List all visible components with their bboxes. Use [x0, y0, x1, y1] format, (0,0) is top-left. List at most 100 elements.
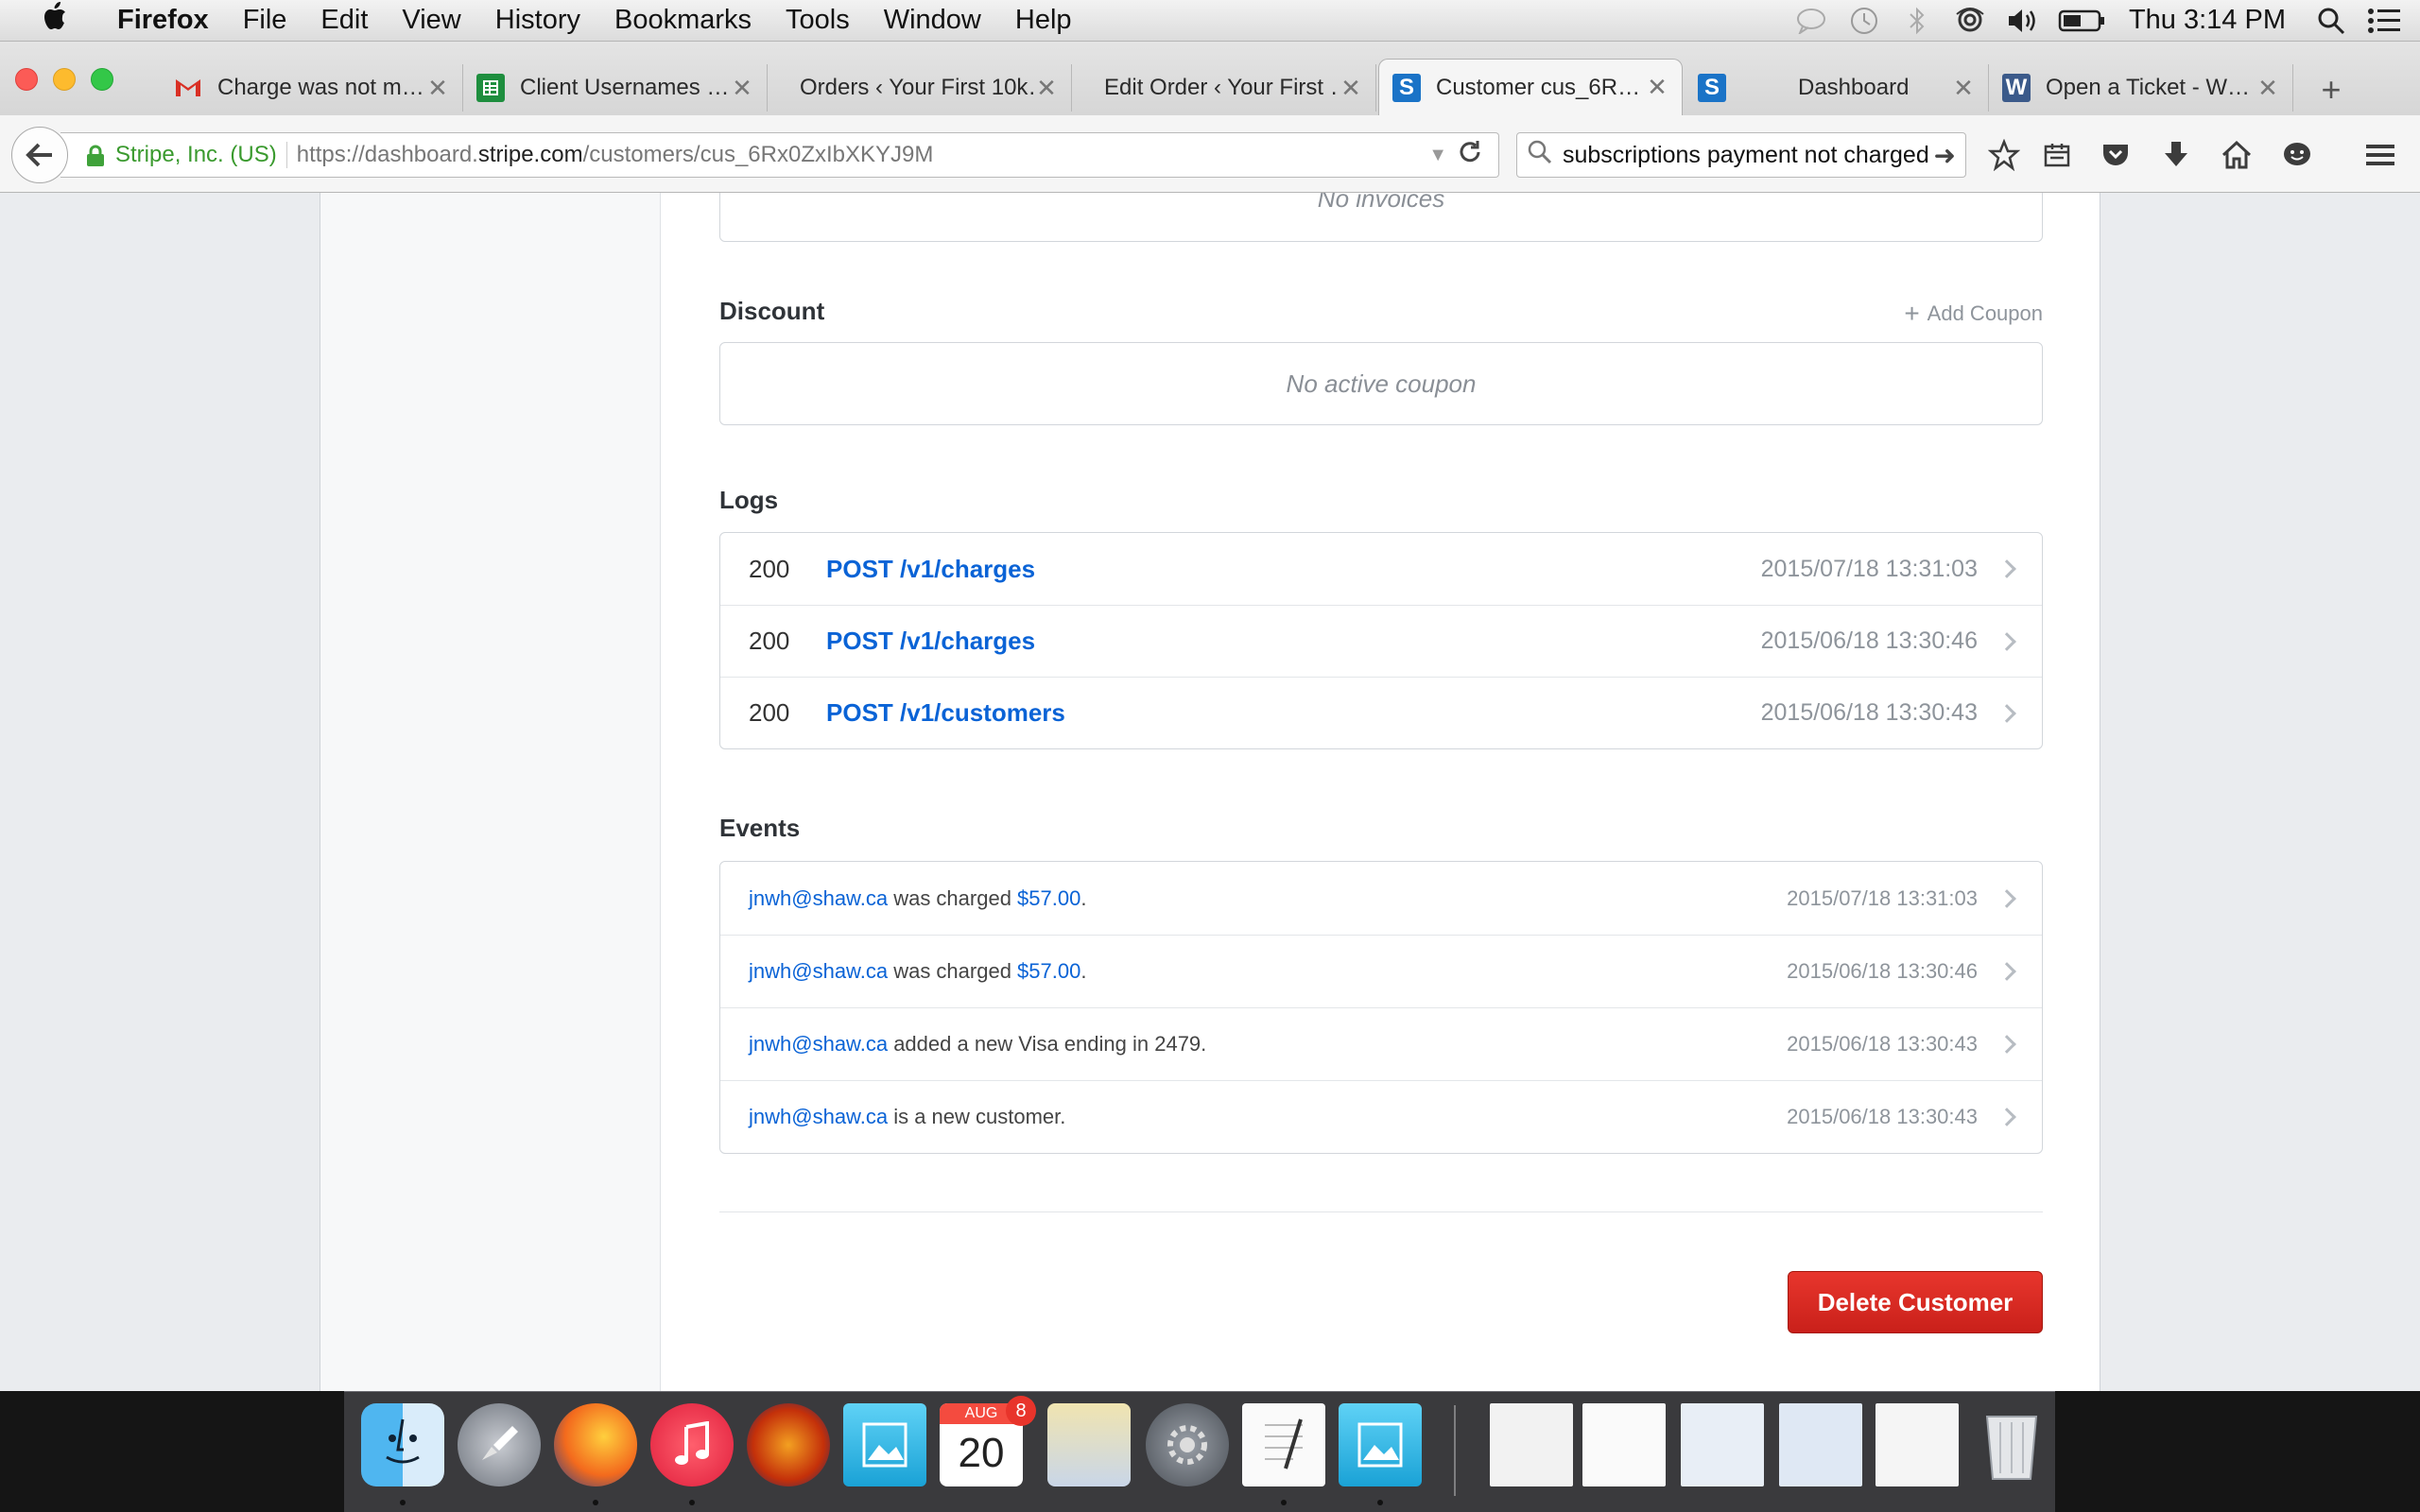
customer-email-link[interactable]: jnwh@shaw.ca [749, 959, 888, 983]
event-row[interactable]: jnwh@shaw.ca was charged $57.00. 2015/06… [720, 935, 2042, 1007]
section-divider [719, 1211, 2043, 1212]
tab-client-usernames[interactable]: Client Usernames … ✕ [463, 64, 768, 112]
pocket-icon[interactable] [2095, 134, 2136, 176]
tab-open-ticket[interactable]: W Open a Ticket - W… ✕ [1989, 64, 2293, 112]
battery-icon[interactable] [2049, 0, 2116, 42]
hello-icon[interactable] [2276, 134, 2318, 176]
document-thumbnail-2[interactable] [1582, 1403, 1666, 1486]
tab-title: Charge was not m… [217, 75, 424, 100]
tab-close-icon[interactable]: ✕ [1952, 74, 1975, 103]
tab-close-icon[interactable]: ✕ [426, 74, 449, 103]
document-thumbnail-4[interactable] [1779, 1403, 1862, 1486]
menubar-clock[interactable]: Thu 3:14 PM [2116, 5, 2305, 36]
bluetooth-icon[interactable] [1891, 0, 1944, 42]
firefox-icon[interactable] [554, 1403, 637, 1486]
event-description: jnwh@shaw.ca is a new customer. [749, 1105, 1066, 1128]
document-thumbnail-5[interactable] [1876, 1403, 1959, 1486]
add-coupon-link[interactable]: + Add Coupon [1904, 299, 2043, 329]
audacity-icon[interactable] [747, 1403, 830, 1486]
tab-close-icon[interactable]: ✕ [731, 74, 753, 103]
tab-close-icon[interactable]: ✕ [2256, 74, 2279, 103]
new-tab-button[interactable]: + [2310, 70, 2352, 110]
charge-amount-link[interactable]: $57.00 [1017, 886, 1080, 910]
bookmarks-menu-icon[interactable] [2036, 134, 2078, 176]
chevron-right-icon [1997, 559, 2016, 578]
volume-icon[interactable] [1996, 0, 2049, 42]
back-button[interactable] [11, 127, 68, 183]
document-thumbnail-3[interactable] [1681, 1403, 1764, 1486]
event-description: jnwh@shaw.ca was charged $57.00. [749, 885, 1087, 910]
menu-edit[interactable]: Edit [303, 5, 385, 36]
menu-app-firefox[interactable]: Firefox [100, 5, 226, 36]
url-text[interactable]: https://dashboard.stripe.com/customers/c… [297, 142, 934, 168]
event-row[interactable]: jnwh@shaw.ca is a new customer. 2015/06/… [720, 1080, 2042, 1153]
tab-close-icon[interactable]: ✕ [1035, 74, 1058, 103]
event-row[interactable]: jnwh@shaw.ca added a new Visa ending in … [720, 1007, 2042, 1080]
log-row[interactable]: 200 POST /v1/charges 2015/07/18 13:31:03 [720, 533, 2042, 605]
window-zoom-button[interactable] [91, 68, 113, 91]
messages-icon[interactable] [1785, 0, 1838, 42]
menu-file[interactable]: File [226, 5, 304, 36]
tab-edit-order[interactable]: Edit Order ‹ Your First … ✕ [1072, 64, 1376, 112]
hamburger-menu-icon[interactable] [2360, 134, 2401, 176]
bookmark-star-icon[interactable] [1983, 134, 2025, 176]
time-machine-icon[interactable] [1838, 0, 1891, 42]
window-close-button[interactable] [15, 68, 38, 91]
window-minimize-button[interactable] [53, 68, 76, 91]
event-timestamp: 2015/06/18 13:30:46 [1787, 959, 1978, 983]
downloads-icon[interactable] [2155, 134, 2197, 176]
tab-customer-active[interactable]: S Customer cus_6R… ✕ [1378, 59, 1683, 115]
menu-view[interactable]: View [385, 5, 477, 36]
tab-gmail[interactable]: Charge was not m… ✕ [161, 64, 463, 112]
menu-help[interactable]: Help [998, 5, 1089, 36]
menu-bookmarks[interactable]: Bookmarks [597, 5, 769, 36]
event-description: jnwh@shaw.ca added a new Visa ending in … [749, 1032, 1207, 1056]
spotlight-icon[interactable] [2305, 0, 2358, 42]
dock-separator [1454, 1405, 1456, 1496]
search-go-icon[interactable]: ➜ [1934, 140, 1956, 171]
image-capture-icon[interactable] [1047, 1403, 1131, 1486]
site-identity-label[interactable]: Stripe, Inc. (US) [115, 142, 287, 168]
trash-icon[interactable] [1970, 1403, 2053, 1486]
system-preferences-icon[interactable] [1146, 1403, 1229, 1486]
delete-customer-button[interactable]: Delete Customer [1788, 1271, 2043, 1333]
airplay-icon[interactable] [1944, 0, 1996, 42]
charge-amount-link[interactable]: $57.00 [1017, 959, 1080, 983]
finder-icon[interactable] [361, 1403, 444, 1486]
customer-email-link[interactable]: jnwh@shaw.ca [749, 1105, 888, 1128]
menu-history[interactable]: History [478, 5, 597, 36]
preview-icon-2[interactable] [1339, 1403, 1422, 1486]
preview-icon[interactable] [843, 1403, 926, 1486]
log-request-path[interactable]: POST /v1/charges [826, 627, 1035, 656]
menu-window[interactable]: Window [867, 5, 998, 36]
tab-orders[interactable]: Orders ‹ Your First 10k… ✕ [768, 64, 1072, 112]
notification-center-icon[interactable] [2358, 0, 2411, 42]
tab-dashboard[interactable]: S Dashboard ✕ [1685, 64, 1989, 112]
log-status-code: 200 [749, 554, 790, 583]
page-viewport: No invoices Discount + Add Coupon No act… [0, 193, 2420, 1391]
customer-email-link[interactable]: jnwh@shaw.ca [749, 1032, 888, 1056]
menu-tools[interactable]: Tools [769, 5, 867, 36]
log-request-path[interactable]: POST /v1/charges [826, 555, 1035, 584]
tab-close-icon[interactable]: ✕ [1646, 73, 1668, 102]
url-history-dropdown-icon[interactable]: ▼ [1428, 145, 1447, 166]
dock: AUG 20 8 [344, 1391, 2055, 1512]
search-input[interactable]: subscriptions payment not charged [1563, 142, 1934, 169]
tab-close-icon[interactable]: ✕ [1340, 74, 1362, 103]
event-row[interactable]: jnwh@shaw.ca was charged $57.00. 2015/07… [720, 862, 2042, 935]
apple-menu-icon[interactable] [28, 2, 81, 39]
event-timestamp: 2015/06/18 13:30:43 [1787, 1105, 1978, 1128]
home-icon[interactable] [2216, 134, 2257, 176]
customer-email-link[interactable]: jnwh@shaw.ca [749, 886, 888, 910]
chevron-right-icon [1997, 1108, 2016, 1126]
search-bar[interactable]: subscriptions payment not charged ➜ [1516, 132, 1966, 178]
launchpad-icon[interactable] [458, 1403, 541, 1486]
reload-icon[interactable] [1457, 138, 1483, 173]
itunes-icon[interactable] [650, 1403, 734, 1486]
log-row[interactable]: 200 POST /v1/customers 2015/06/18 13:30:… [720, 677, 2042, 748]
url-bar[interactable]: Stripe, Inc. (US) https://dashboard.stri… [60, 132, 1499, 178]
log-request-path[interactable]: POST /v1/customers [826, 698, 1065, 728]
log-row[interactable]: 200 POST /v1/charges 2015/06/18 13:30:46 [720, 605, 2042, 677]
document-thumbnail-1[interactable] [1490, 1403, 1573, 1486]
textedit-icon[interactable] [1242, 1403, 1325, 1486]
